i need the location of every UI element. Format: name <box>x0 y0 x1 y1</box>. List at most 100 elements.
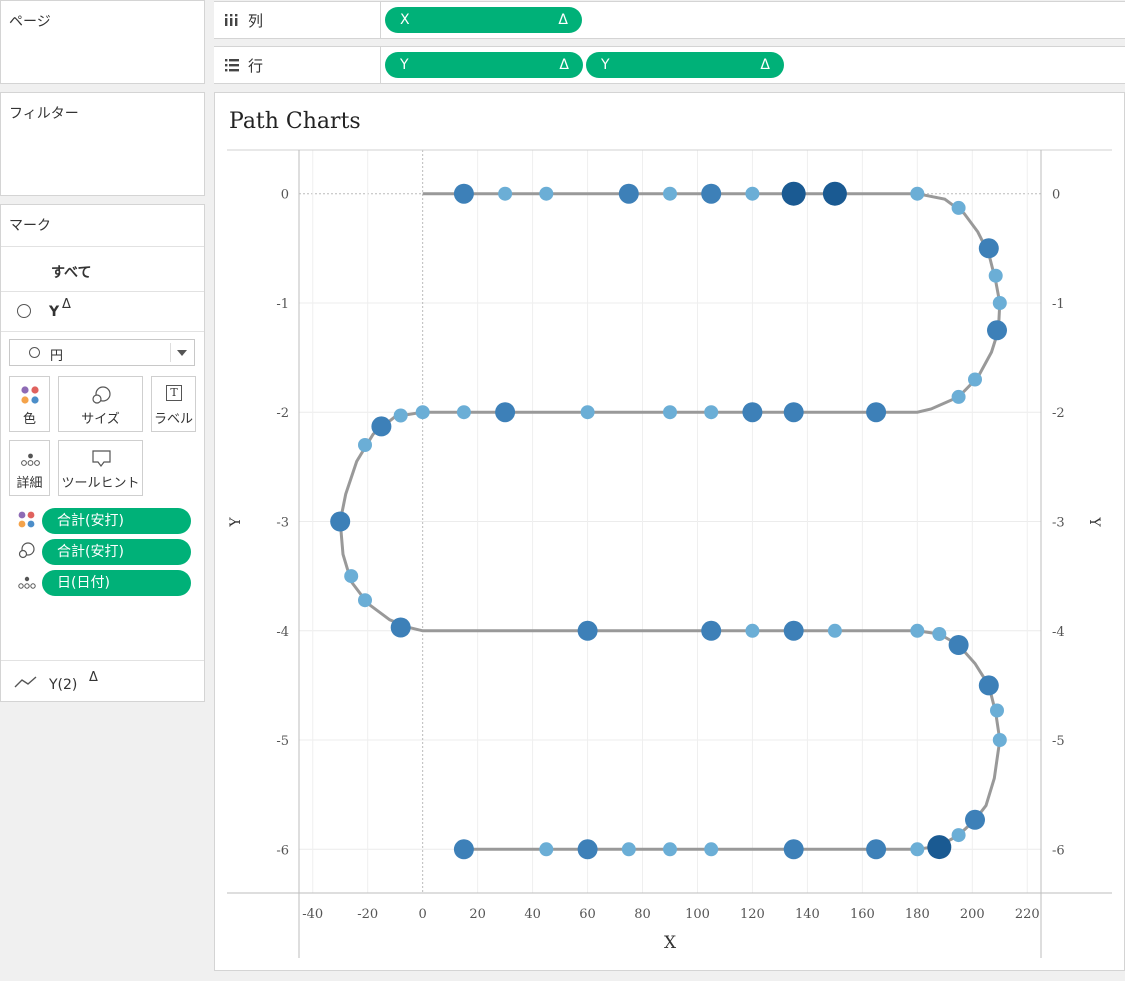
line-icon <box>14 676 37 688</box>
y-tick-label-right: -1 <box>1052 297 1065 312</box>
data-point <box>539 186 554 201</box>
marks-tab-all-label: すべて <box>51 265 92 281</box>
chevron-down-icon <box>177 350 187 356</box>
y-tick-label-left: -4 <box>276 625 289 640</box>
data-point <box>781 181 806 206</box>
data-point <box>453 839 474 860</box>
x-tick-label: 220 <box>1015 907 1040 922</box>
delta-icon: Δ <box>89 670 98 685</box>
size-card[interactable]: サイズ <box>58 376 143 432</box>
data-point <box>358 593 372 608</box>
y-tick-label-right: -3 <box>1052 516 1065 531</box>
color-card[interactable]: 色 <box>9 376 50 432</box>
y-tick-label-left: -2 <box>276 406 289 421</box>
y-tick-label-right: -2 <box>1052 406 1065 421</box>
data-point <box>498 186 513 201</box>
size-circles-icon <box>18 542 35 559</box>
data-point <box>927 835 952 860</box>
row-pill-y2[interactable]: Y Δ <box>586 52 784 78</box>
data-point <box>704 842 719 857</box>
data-point <box>358 438 372 452</box>
y-tick-label-left: -5 <box>276 734 289 749</box>
color-card-label: 色 <box>22 412 36 427</box>
x-tick-label: 100 <box>685 907 710 922</box>
path-chart[interactable]: 0 0 -1 -1 -2 -2 -3 -3 -4 -4 -5 -5 -6 -6 -40 -20 0 20 40 60 8… <box>214 92 1125 971</box>
delta-icon: Δ <box>559 57 569 73</box>
label-card[interactable]: T ラベル <box>151 376 196 432</box>
x-tick-label: 40 <box>524 907 541 922</box>
data-point <box>932 627 947 641</box>
data-point <box>663 186 677 201</box>
color-field-pill[interactable]: 合計(安打) <box>42 508 191 534</box>
data-point <box>390 617 411 638</box>
size-field-pill[interactable]: 合計(安打) <box>42 539 191 565</box>
rows-icon <box>225 59 239 72</box>
x-tick-label: 60 <box>579 907 596 922</box>
x-tick-label: 200 <box>960 907 985 922</box>
label-card-label: ラベル <box>153 412 193 427</box>
columns-shelf-label: 列 <box>214 2 381 38</box>
data-point <box>539 842 554 857</box>
data-point <box>978 675 999 696</box>
label-t-icon: T <box>166 385 182 401</box>
data-point <box>827 623 842 638</box>
circle-icon <box>29 347 40 358</box>
delta-icon: Δ <box>558 12 568 28</box>
data-point <box>745 186 760 201</box>
data-point <box>618 183 639 204</box>
marks-panel: マーク すべて Y Δ 円 色 サイズ T ラベル 詳細 ツールヒント 合計(安… <box>0 204 205 702</box>
y-tick-label-right: -5 <box>1052 734 1065 749</box>
x-axis-title: X <box>664 933 677 953</box>
column-pill-x[interactable]: X Δ <box>385 7 582 33</box>
color-dots-icon <box>21 386 39 404</box>
data-point <box>965 809 985 830</box>
pages-panel: ページ <box>0 0 205 84</box>
rows-shelf: 行 Y Δ Y Δ <box>214 46 1125 84</box>
detail-field-pill[interactable]: 日(日付) <box>42 570 191 596</box>
data-point <box>990 703 1004 718</box>
filters-panel: フィルター <box>0 92 205 196</box>
y-tick-label-left: -1 <box>276 297 289 312</box>
tooltip-card[interactable]: ツールヒント <box>58 440 143 496</box>
data-point <box>992 733 1007 747</box>
y-tick-label-left: -6 <box>276 843 289 858</box>
marks-tab-y2-label: Y(2) <box>49 677 78 693</box>
color-dots-icon <box>18 511 35 528</box>
marks-tab-y2[interactable]: Y(2) Δ <box>1 660 204 703</box>
x-tick-label: 80 <box>634 907 651 922</box>
row-pill-y[interactable]: Y Δ <box>385 52 583 78</box>
marks-tab-y[interactable]: Y Δ <box>1 291 204 332</box>
rows-shelf-label: 行 <box>214 47 381 83</box>
detail-card[interactable]: 詳細 <box>9 440 50 496</box>
x-tick-label: 0 <box>419 907 427 922</box>
data-point <box>701 183 722 204</box>
y-axis-title-right: Y <box>1086 516 1102 527</box>
data-point <box>968 372 982 387</box>
detail-dots-icon <box>21 453 40 466</box>
data-point <box>453 183 474 204</box>
columns-shelf: 列 X Δ <box>214 1 1125 39</box>
data-point <box>701 620 722 641</box>
data-point <box>393 408 408 423</box>
data-point <box>948 635 969 655</box>
data-point <box>783 402 804 423</box>
mark-type-dropdown[interactable]: 円 <box>9 339 195 366</box>
data-point <box>783 839 804 860</box>
data-point <box>663 842 677 857</box>
data-point <box>577 620 598 641</box>
columns-label: 列 <box>248 12 264 30</box>
y-tick-label-right: -4 <box>1052 625 1065 640</box>
y-tick-label-left: 0 <box>281 188 289 203</box>
tooltip-card-label: ツールヒント <box>61 476 140 491</box>
data-point <box>415 405 430 420</box>
marks-tab-all[interactable]: すべて <box>1 246 204 292</box>
data-point <box>745 623 760 638</box>
data-point <box>495 402 516 423</box>
data-point <box>910 842 925 857</box>
y-tick-label-right: 0 <box>1052 188 1060 203</box>
size-field-label: 合計(安打) <box>57 544 124 560</box>
data-point <box>951 200 966 215</box>
data-point <box>330 511 351 532</box>
column-pill-x-label: X <box>400 12 410 28</box>
tooltip-bubble-icon <box>92 450 111 467</box>
